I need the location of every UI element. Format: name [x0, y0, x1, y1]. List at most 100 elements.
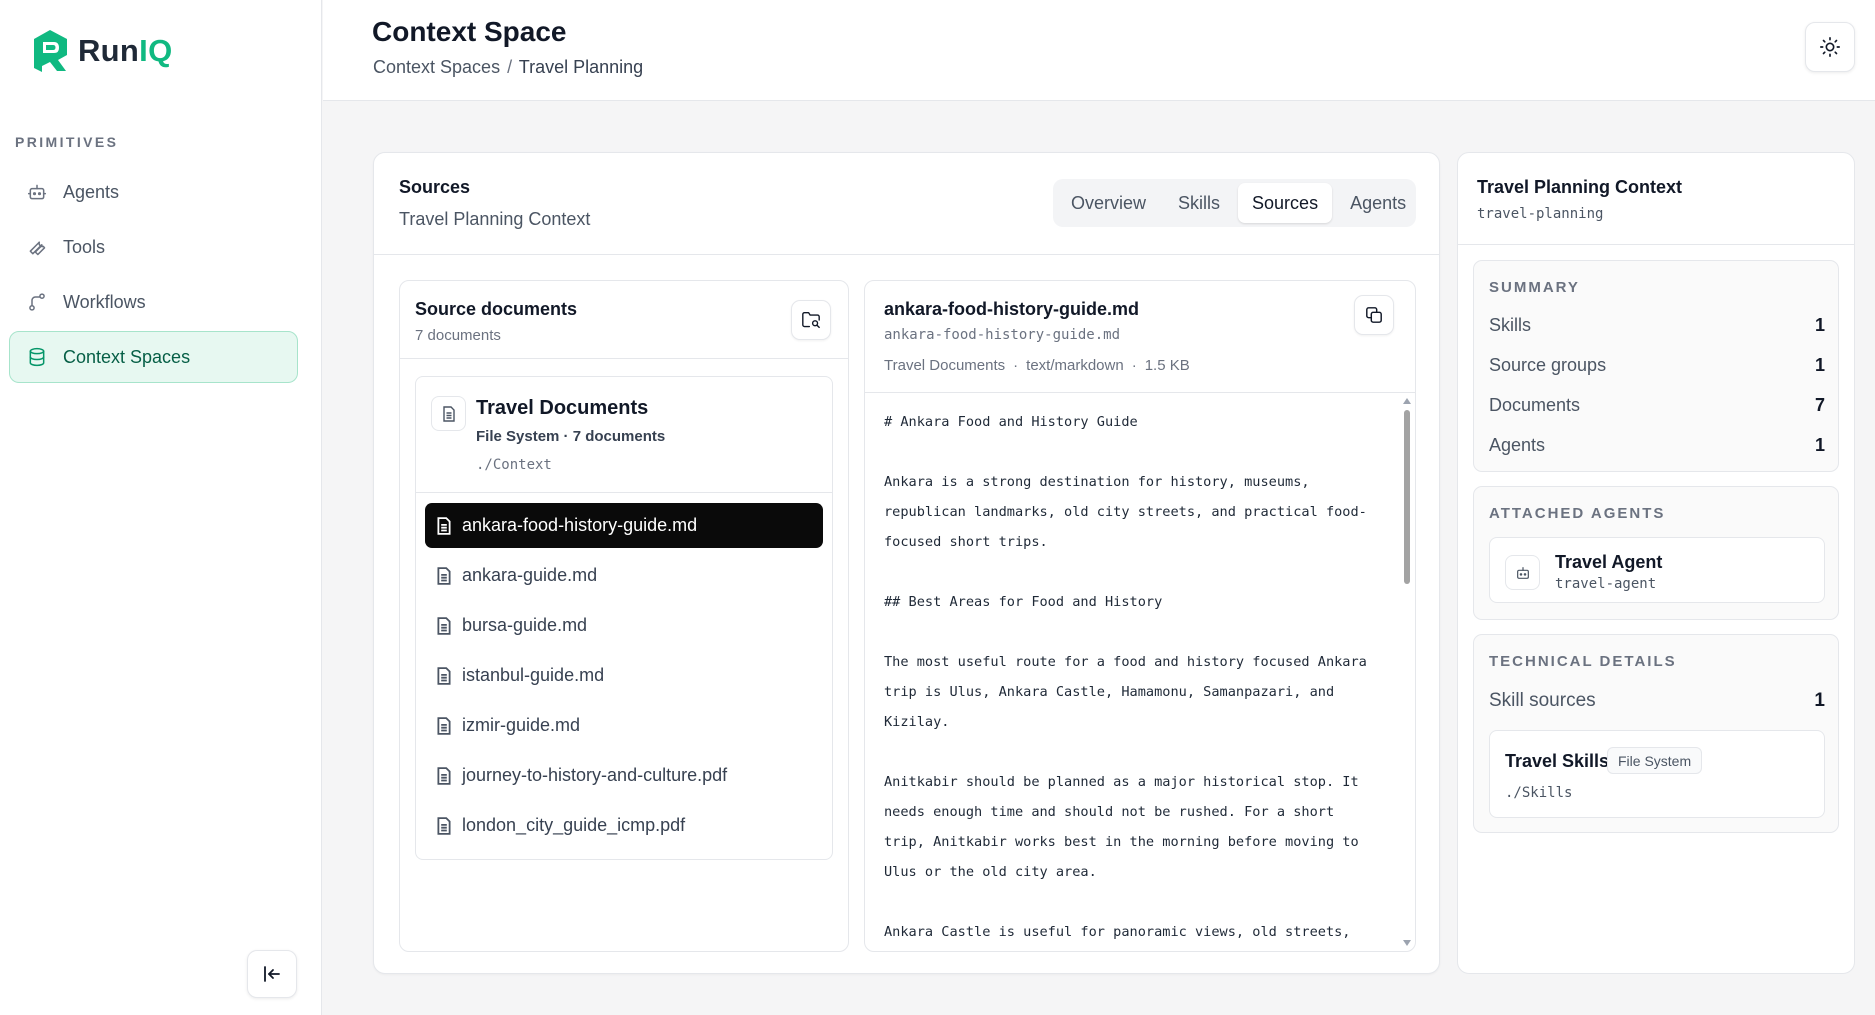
sidebar-item-workflows[interactable]: Workflows [9, 276, 298, 328]
file-icon [437, 666, 451, 685]
document-meta: Travel Documents · text/markdown · 1.5 KB [884, 357, 1190, 374]
collapse-sidebar-button[interactable] [247, 950, 297, 998]
meta-separator: · [1013, 357, 1019, 374]
summary-row-skills: Skills 1 [1489, 315, 1825, 336]
file-item[interactable]: ankara-guide.md [425, 553, 823, 598]
sources-card: Sources Travel Planning Context Overview… [373, 152, 1440, 974]
document-type: text/markdown [1026, 357, 1124, 374]
document-viewer-header: ankara-food-history-guide.md ankara-food… [865, 281, 1415, 393]
agent-slug: travel-agent [1555, 576, 1657, 592]
source-group: Travel Documents File System · 7 documen… [415, 376, 833, 860]
page-header: Context Space Context Spaces / Travel Pl… [323, 0, 1875, 101]
breadcrumb-link-context-spaces[interactable]: Context Spaces [373, 57, 500, 77]
summary-label: SUMMARY [1489, 279, 1580, 296]
summary-row-label: Skills [1489, 315, 1532, 335]
summary-section: SUMMARY Skills 1 Source groups 1 Documen… [1473, 260, 1839, 472]
scroll-up-arrow[interactable] [1403, 398, 1411, 404]
breadcrumb-separator: / [507, 57, 513, 77]
file-name: ankara-food-history-guide.md [462, 515, 698, 535]
tab-sources[interactable]: Sources [1238, 183, 1333, 223]
folder-search-icon [802, 311, 820, 329]
sidebar-item-agents[interactable]: Agents [9, 166, 298, 218]
attached-agents-section: ATTACHED AGENTS Travel Agent travel-agen… [1473, 486, 1839, 620]
skill-source-name: Travel Skills [1505, 751, 1610, 771]
skill-source-badge: File System [1607, 747, 1703, 774]
file-item[interactable]: istanbul-guide.md [425, 653, 823, 698]
document-size: 1.5 KB [1144, 357, 1190, 374]
attached-agents-label: ATTACHED AGENTS [1489, 505, 1666, 522]
source-documents-title: Source documents [415, 299, 578, 319]
summary-row-value: 7 [1814, 395, 1825, 415]
meta-separator: · [1131, 357, 1137, 374]
sources-card-header: Sources Travel Planning Context Overview… [374, 153, 1439, 255]
summary-row-value: 1 [1814, 315, 1825, 335]
context-title: Travel Planning Context [1477, 177, 1683, 197]
card-subtitle: Travel Planning Context [399, 209, 591, 229]
document-icon [431, 396, 466, 431]
skill-source-card[interactable]: Travel Skills File System ./Skills [1489, 730, 1825, 818]
file-item[interactable]: izmir-guide.md [425, 703, 823, 748]
file-list: ankara-food-history-guide.md ankara-guid… [425, 503, 823, 853]
copy-content-button[interactable] [1354, 295, 1394, 335]
file-name: journey-to-history-and-culture.pdf [462, 765, 728, 785]
file-icon [437, 716, 451, 735]
app-name: RunIQ [78, 33, 173, 68]
file-icon [437, 766, 451, 785]
app-logo[interactable]: RunIQ [30, 28, 173, 74]
skill-sources-label: Skill sources [1489, 690, 1596, 711]
scroll-thumb[interactable] [1404, 410, 1410, 584]
summary-row-agents: Agents 1 [1489, 435, 1825, 456]
sidebar-item-label: Tools [63, 236, 106, 257]
bot-icon [27, 184, 47, 200]
document-scrollbar[interactable] [1401, 398, 1413, 946]
tab-overview[interactable]: Overview [1057, 183, 1160, 223]
sidebar-item-context-spaces[interactable]: Context Spaces [9, 331, 298, 383]
document-content: # Ankara Food and History Guide Ankara i… [884, 414, 1367, 940]
attached-agent-card[interactable]: Travel Agent travel-agent [1489, 537, 1825, 603]
sidebar-item-tools[interactable]: Tools [9, 221, 298, 273]
summary-row-label: Source groups [1489, 355, 1607, 375]
workflow-icon [29, 293, 45, 311]
file-icon [437, 566, 451, 585]
summary-row-value: 1 [1814, 355, 1825, 375]
skill-sources-row: Skill sources 1 [1489, 690, 1825, 712]
file-name: bursa-guide.md [462, 615, 588, 635]
page-title: Context Space [372, 16, 567, 47]
document-filename: ankara-food-history-guide.md [884, 327, 1121, 343]
browse-folder-button[interactable] [791, 300, 831, 340]
bot-icon [1505, 555, 1540, 590]
context-details-header: Travel Planning Context travel-planning [1458, 153, 1854, 245]
document-content-area[interactable]: # Ankara Food and History Guide Ankara i… [865, 394, 1415, 951]
file-item[interactable]: bursa-guide.md [425, 603, 823, 648]
file-name: istanbul-guide.md [462, 665, 605, 685]
agent-name: Travel Agent [1555, 552, 1663, 572]
primary-nav: Agents Tools Workflows Context Spaces [9, 166, 298, 386]
file-name: london_city_guide_icmp.pdf [462, 815, 686, 835]
tab-agents[interactable]: Agents [1336, 183, 1420, 223]
tab-bar: Overview Skills Sources Agents [1053, 179, 1416, 227]
breadcrumb: Context Spaces / Travel Planning [373, 57, 643, 78]
tab-skills[interactable]: Skills [1164, 183, 1234, 223]
breadcrumb-current: Travel Planning [518, 57, 644, 77]
wrench-icon [29, 241, 46, 256]
source-documents-header: Source documents 7 documents [400, 281, 848, 359]
document-title: ankara-food-history-guide.md [884, 299, 1140, 319]
file-name: ankara-guide.md [462, 565, 598, 585]
summary-row-source-groups: Source groups 1 [1489, 355, 1825, 376]
summary-row-label: Documents [1489, 395, 1581, 415]
source-documents-count: 7 documents [415, 327, 501, 344]
file-item[interactable]: journey-to-history-and-culture.pdf [425, 753, 823, 798]
scroll-down-arrow[interactable] [1403, 940, 1411, 946]
source-documents-panel: Source documents 7 documents Travel Docu… [399, 280, 849, 952]
summary-row-documents: Documents 7 [1489, 395, 1825, 416]
card-title: Sources [399, 177, 471, 197]
theme-toggle-button[interactable] [1805, 22, 1855, 72]
file-item[interactable]: london_city_guide_icmp.pdf [425, 803, 823, 848]
sidebar: RunIQ PRIMITIVES Agents Tools Workflows … [0, 0, 322, 1015]
document-group: Travel Documents [884, 357, 1006, 374]
file-item[interactable]: ankara-food-history-guide.md [425, 503, 823, 548]
database-icon [29, 347, 45, 367]
sidebar-item-label: Agents [63, 181, 120, 202]
skill-sources-value: 1 [1814, 690, 1825, 711]
technical-details-label: TECHNICAL DETAILS [1489, 653, 1677, 670]
